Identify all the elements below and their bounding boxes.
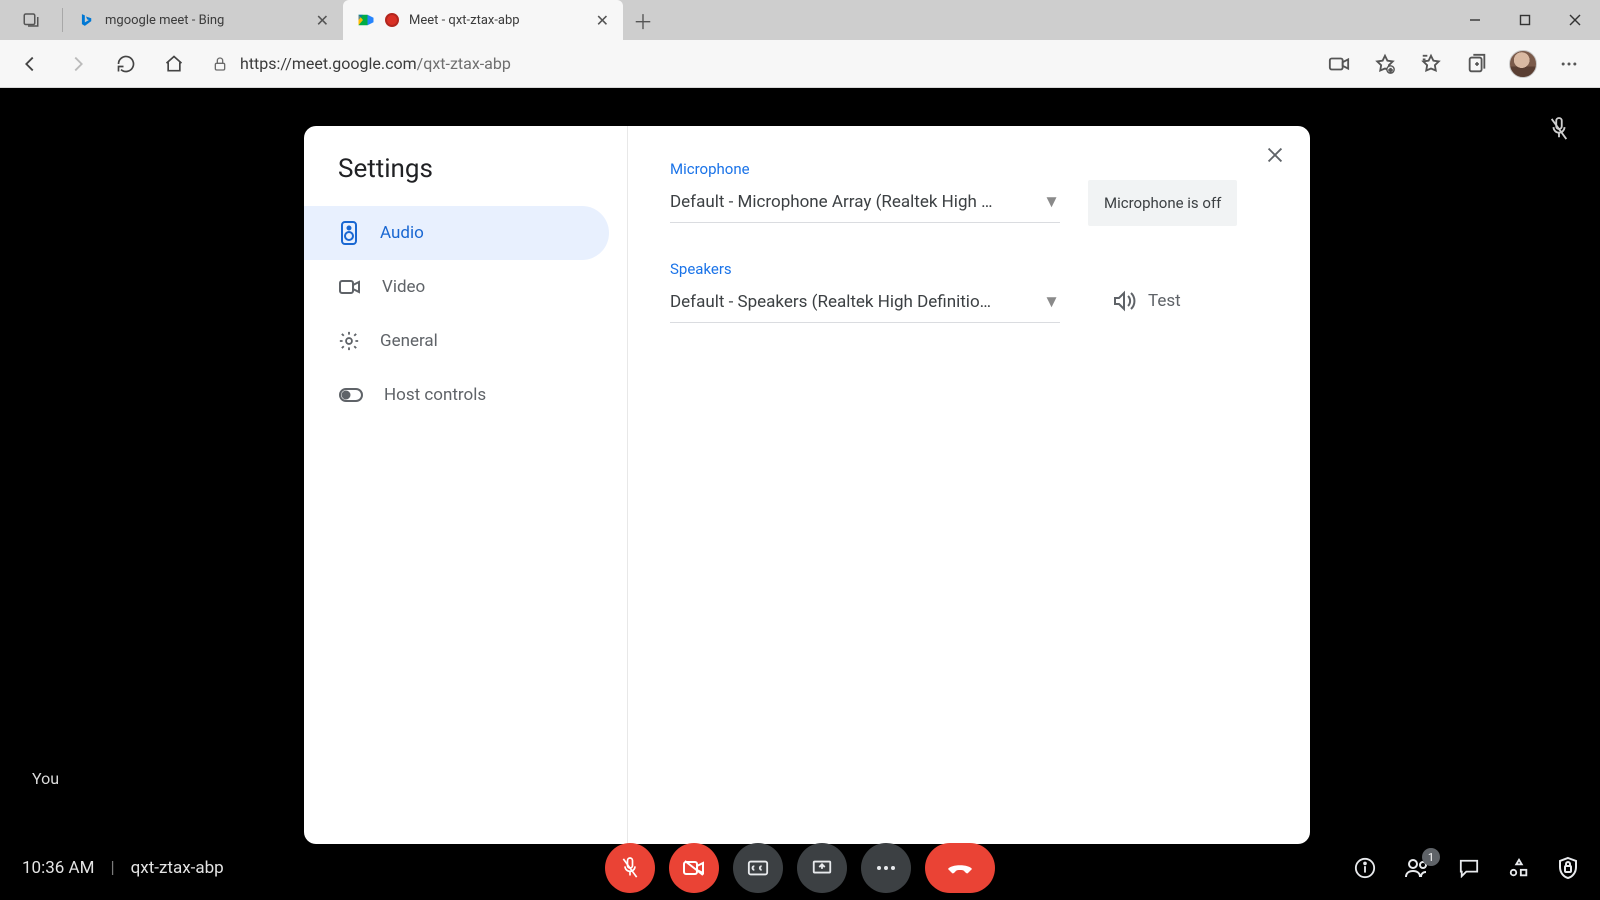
- host-controls-button[interactable]: [1558, 856, 1578, 880]
- window-controls: [1450, 0, 1600, 40]
- back-button[interactable]: [8, 44, 52, 84]
- microphone-status: Microphone is off: [1088, 180, 1237, 226]
- refresh-button[interactable]: [104, 44, 148, 84]
- clock: 10:36 AM: [22, 858, 94, 878]
- favorite-button[interactable]: +: [1362, 44, 1408, 84]
- microphone-section: Microphone Default - Microphone Array (R…: [670, 160, 1268, 226]
- sidebar-item-label: Host controls: [384, 385, 486, 405]
- browser-toolbar: https://meet.google.com/qxt-ztax-abp +: [0, 40, 1600, 88]
- close-dialog-button[interactable]: [1264, 144, 1286, 166]
- tab-actions-button[interactable]: [0, 0, 62, 40]
- new-tab-button[interactable]: ＋: [623, 0, 663, 40]
- speakers-value: Default - Speakers (Realtek High Definit…: [670, 292, 991, 312]
- speakers-section: Speakers Default - Speakers (Realtek Hig…: [670, 260, 1268, 323]
- avatar: [1509, 50, 1537, 78]
- camera-permission-icon[interactable]: [1316, 44, 1362, 84]
- participants-badge: 1: [1422, 848, 1440, 866]
- toggle-mic-button[interactable]: [605, 843, 655, 893]
- collections-button[interactable]: [1454, 44, 1500, 84]
- speakers-select[interactable]: Default - Speakers (Realtek High Definit…: [670, 288, 1060, 323]
- test-speakers-button[interactable]: Test: [1112, 288, 1181, 312]
- sidebar-item-audio[interactable]: Audio: [304, 206, 609, 260]
- favorites-list-button[interactable]: [1408, 44, 1454, 84]
- settings-title: Settings: [304, 154, 627, 206]
- maximize-button[interactable]: [1500, 0, 1550, 40]
- bing-icon: [77, 11, 95, 29]
- menu-button[interactable]: [1546, 44, 1592, 84]
- more-options-button[interactable]: [861, 843, 911, 893]
- microphone-value: Default - Microphone Array (Realtek High…: [670, 192, 992, 212]
- captions-button[interactable]: [733, 843, 783, 893]
- close-icon[interactable]: ✕: [596, 11, 609, 30]
- separator: |: [110, 858, 114, 878]
- meeting-details-button[interactable]: [1354, 857, 1376, 879]
- url-text: https://meet.google.com/qxt-ztax-abp: [240, 54, 511, 73]
- home-button[interactable]: [152, 44, 196, 84]
- speakers-heading: Speakers: [670, 260, 1268, 278]
- tab-title: Meet - qxt-ztax-abp: [409, 13, 586, 28]
- microphone-select[interactable]: Default - Microphone Array (Realtek High…: [670, 188, 1060, 223]
- settings-dialog: Settings Audio Video General Host contro…: [304, 126, 1310, 844]
- close-window-button[interactable]: [1550, 0, 1600, 40]
- browser-titlebar: mgoogle meet - Bing ✕ Meet - qxt-ztax-ab…: [0, 0, 1600, 40]
- test-label: Test: [1148, 291, 1181, 311]
- toggle-cam-button[interactable]: [669, 843, 719, 893]
- volume-icon: [1112, 290, 1136, 312]
- videocam-icon: [338, 278, 362, 296]
- lock-icon: [212, 55, 228, 73]
- meet-icon: [357, 11, 375, 29]
- address-bar[interactable]: https://meet.google.com/qxt-ztax-abp: [200, 46, 1312, 82]
- chevron-down-icon: ▼: [1043, 192, 1060, 212]
- sidebar-item-video[interactable]: Video: [304, 260, 609, 314]
- sidebar-item-host-controls[interactable]: Host controls: [304, 368, 609, 422]
- profile-button[interactable]: [1500, 44, 1546, 84]
- sidebar-item-label: Audio: [380, 223, 424, 243]
- meet-stage: You Settings Audio Video General Host co…: [0, 88, 1600, 900]
- tab-title: mgoogle meet - Bing: [105, 13, 306, 28]
- meet-bottom-bar: 10:36 AM | qxt-ztax-abp 1: [0, 836, 1600, 900]
- microphone-heading: Microphone: [670, 160, 1268, 178]
- close-icon[interactable]: ✕: [316, 11, 329, 30]
- chat-button[interactable]: [1458, 858, 1480, 878]
- settings-content: Microphone Default - Microphone Array (R…: [628, 126, 1310, 844]
- mic-muted-icon: [1548, 116, 1570, 142]
- leave-call-button[interactable]: [925, 843, 995, 893]
- speaker-icon: [338, 220, 360, 246]
- chevron-down-icon: ▼: [1043, 292, 1060, 312]
- sidebar-item-label: General: [380, 331, 438, 351]
- present-button[interactable]: [797, 843, 847, 893]
- minimize-button[interactable]: [1450, 0, 1500, 40]
- gear-icon: [338, 330, 360, 352]
- activities-button[interactable]: [1508, 857, 1530, 879]
- tab-meet[interactable]: Meet - qxt-ztax-abp ✕: [343, 0, 623, 40]
- self-tile-label: You: [32, 769, 59, 788]
- forward-button[interactable]: [56, 44, 100, 84]
- svg-text:+: +: [1389, 67, 1392, 73]
- record-icon: [385, 13, 399, 27]
- settings-sidebar: Settings Audio Video General Host contro…: [304, 126, 628, 844]
- meeting-code: qxt-ztax-abp: [131, 858, 224, 878]
- sidebar-item-general[interactable]: General: [304, 314, 609, 368]
- tab-bing[interactable]: mgoogle meet - Bing ✕: [63, 0, 343, 40]
- toggle-icon: [338, 387, 364, 403]
- sidebar-item-label: Video: [382, 277, 425, 297]
- participants-button[interactable]: 1: [1404, 858, 1430, 878]
